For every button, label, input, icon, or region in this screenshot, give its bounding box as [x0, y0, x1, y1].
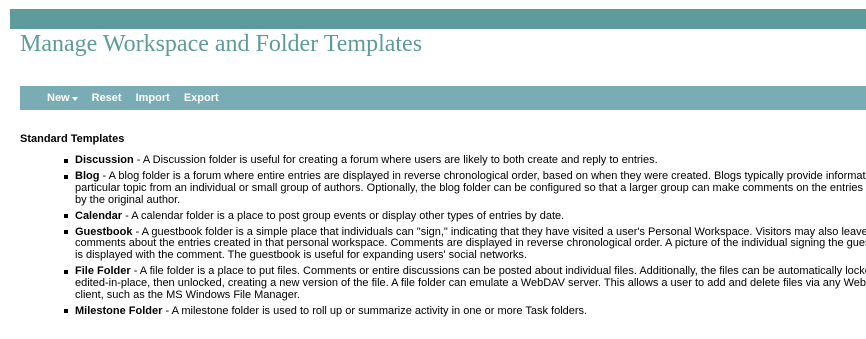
template-name: Guestbook — [75, 226, 133, 238]
template-description-text: - A Discussion folder is useful for crea… — [136, 155, 658, 166]
template-description-text: edited-in-place, then unlocked, creating… — [75, 276, 866, 289]
section-heading: Standard Templates — [20, 133, 125, 145]
export-button[interactable]: Export — [184, 92, 219, 104]
top-banner-bar — [10, 9, 866, 29]
bullet-icon — [64, 309, 68, 314]
template-description-text: - A milestone folder is used to roll up … — [165, 305, 588, 317]
template-item-discussion: Discussion - A Discussion folder is usef… — [64, 155, 866, 167]
template-description-text: - A guestbook folder is a simple place t… — [135, 226, 866, 238]
template-item-guestbook: Guestbook - A guestbook folder is a simp… — [64, 227, 866, 262]
page-title: Manage Workspace and Folder Templates — [20, 31, 423, 57]
template-item-milestone-folder: Milestone Folder - A milestone folder is… — [64, 306, 866, 318]
reset-button[interactable]: Reset — [92, 92, 122, 104]
template-description-line: Calendar - A calendar folder is a place … — [75, 211, 866, 223]
template-description-text: - A calendar folder is a place to post g… — [125, 210, 565, 222]
template-name: Calendar — [75, 210, 123, 222]
bullet-icon — [64, 174, 68, 179]
template-description-text: is displayed with the comment. The guest… — [75, 249, 527, 262]
toolbar: New Reset Import Export — [20, 86, 866, 110]
template-description-text: client, such as the MS Windows File Mana… — [75, 288, 300, 301]
template-list: Discussion - A Discussion folder is usef… — [64, 155, 866, 322]
import-button[interactable]: Import — [136, 92, 170, 104]
bullet-icon — [64, 230, 68, 235]
template-description-text: - A file folder is a place to put files.… — [133, 266, 866, 278]
template-description-line: is displayed with the comment. The guest… — [75, 249, 866, 262]
template-name: Discussion — [75, 155, 134, 166]
new-button-label: New — [47, 92, 70, 104]
template-description-text: by the original author. — [75, 193, 181, 206]
bullet-icon — [64, 158, 68, 163]
template-name: Blog — [75, 171, 100, 183]
template-description-line: by the original author. — [75, 193, 866, 207]
template-description-text: comments about the entries created in th… — [75, 237, 866, 250]
new-menu-button[interactable]: New — [47, 92, 78, 104]
template-description-text: particular topic from an individual or s… — [75, 181, 866, 194]
template-description-text: - A blog folder is a forum where entire … — [102, 171, 866, 183]
bullet-icon — [64, 269, 68, 274]
template-item-file-folder: File Folder - A file folder is a place t… — [64, 266, 866, 301]
template-item-blog: Blog - A blog folder is a forum where en… — [64, 171, 866, 206]
bullet-icon — [64, 214, 68, 219]
template-description-line: Milestone Folder - A milestone folder is… — [75, 306, 866, 318]
template-item-calendar: Calendar - A calendar folder is a place … — [64, 211, 866, 223]
template-description-line: Discussion - A Discussion folder is usef… — [75, 155, 866, 167]
template-name: File Folder — [75, 266, 131, 278]
template-description-line: particular topic from an individual or s… — [75, 181, 866, 195]
dropdown-caret-icon — [71, 96, 78, 101]
template-description-line: client, such as the MS Windows File Mana… — [75, 288, 866, 302]
template-name: Milestone Folder — [75, 305, 163, 317]
